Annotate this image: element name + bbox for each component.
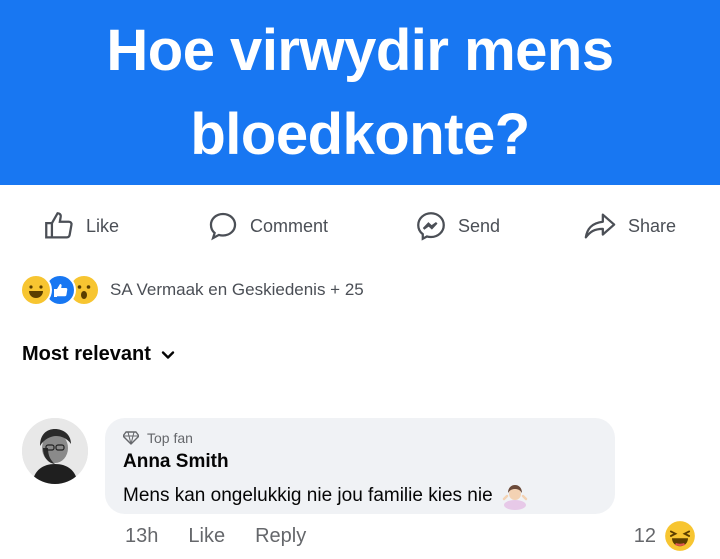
reaction-summary-text: SA Vermaak en Geskiedenis + 25 [110, 280, 364, 299]
comment-button[interactable]: Comment [206, 198, 328, 254]
commenter-avatar[interactable] [22, 418, 88, 484]
banner-title: Hoe virwydir mens bloedkonte? [106, 17, 614, 167]
reaction-count-value: 12 [633, 524, 656, 547]
like-button-label: Like [86, 215, 120, 236]
sort-label: Most relevant [22, 343, 151, 365]
post-actions-bar: Like Comment Send Share [0, 198, 720, 254]
send-button[interactable]: Send [414, 198, 500, 254]
chevron-down-icon [161, 350, 175, 359]
comment-reaction-count[interactable]: 12 [634, 520, 696, 552]
laugh-emoji-icon [665, 521, 695, 551]
comment-meta: 13h Like Reply [125, 525, 306, 548]
comment-text: Mens kan ongelukkig nie jou familie kies… [123, 485, 493, 506]
share-icon [584, 213, 616, 239]
person-shrugging-emoji-icon [502, 485, 527, 510]
top-fan-badge: Top fan [123, 430, 193, 446]
laugh-emoji-icon [20, 274, 52, 306]
comment-bubble: Top fan Anna Smith Mens kan ongelukkig n… [105, 418, 615, 514]
post-banner: Hoe virwydir mens bloedkonte? [0, 0, 720, 185]
comment-button-label: Comment [250, 215, 329, 236]
reaction-summary[interactable]: SA Vermaak en Geskiedenis + 25 [20, 272, 364, 308]
share-button[interactable]: Share [582, 198, 676, 254]
top-fan-label: Top fan [147, 430, 193, 446]
messenger-icon [417, 212, 445, 241]
top-fan-badge-icon [123, 431, 139, 445]
comment-author[interactable]: Anna Smith [123, 451, 229, 473]
comment-body: Mens kan ongelukkig nie jou familie kies… [123, 482, 529, 510]
comment-icon [209, 212, 237, 241]
thumbs-up-icon [45, 212, 73, 239]
comment-like-link[interactable]: Like [188, 525, 225, 548]
send-button-label: Send [458, 215, 501, 236]
comment-reply-link[interactable]: Reply [255, 525, 306, 548]
like-button[interactable]: Like [42, 198, 119, 254]
comment-timestamp[interactable]: 13h [125, 525, 158, 548]
comment-sort-dropdown[interactable]: Most relevant [22, 343, 175, 366]
share-button-label: Share [628, 215, 677, 236]
